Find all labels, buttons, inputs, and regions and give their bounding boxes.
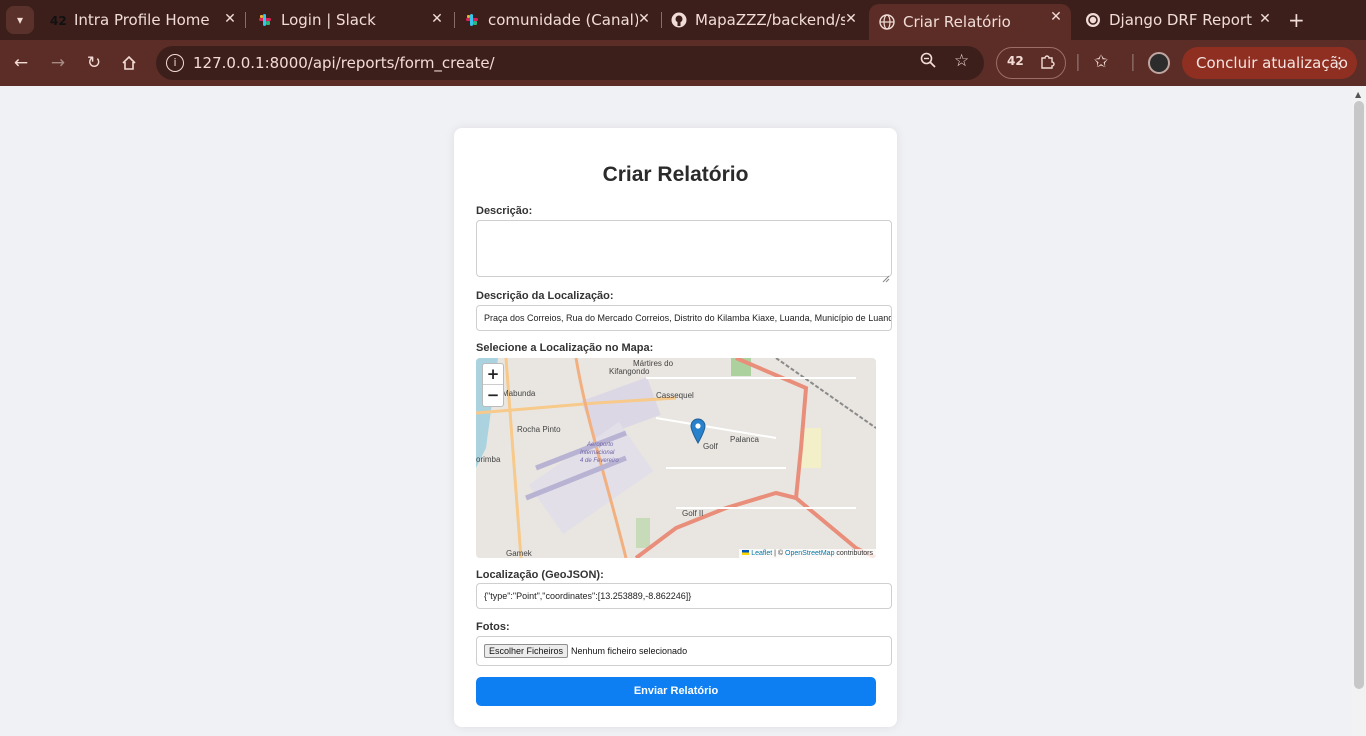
site-info-icon[interactable]: i: [166, 54, 184, 72]
extensions-group: 42: [996, 47, 1066, 79]
42-extension-icon[interactable]: 42: [1007, 54, 1024, 68]
location-description-label: Descrição da Localização:: [476, 290, 614, 302]
tab-title: MapaZZZ/backend/s: [695, 11, 845, 29]
home-icon: [122, 55, 136, 70]
toolbar-divider: |: [1075, 52, 1081, 72]
profile-avatar[interactable]: [1148, 52, 1170, 74]
scroll-up-icon[interactable]: ▲: [1355, 90, 1361, 99]
close-icon[interactable]: ✕: [221, 10, 239, 28]
reload-icon: ↻: [86, 53, 102, 73]
scrollbar-thumb[interactable]: [1354, 101, 1364, 689]
tab-slack-comunidade[interactable]: comunidade (Canal) ✕: [454, 6, 659, 34]
tab-github-repo[interactable]: MapaZZZ/backend/s ✕: [661, 6, 866, 34]
update-button[interactable]: Concluir atualização ⋮: [1182, 47, 1357, 79]
map-label: Selecione a Localização no Mapa:: [476, 342, 654, 354]
update-button-label: Concluir atualização: [1196, 54, 1348, 72]
new-tab-button[interactable]: +: [1288, 8, 1305, 32]
submit-report-button[interactable]: Enviar Relatório: [476, 677, 876, 706]
geojson-input[interactable]: {"type":"Point","coordinates":[13.253889…: [476, 583, 892, 609]
address-bar[interactable]: i 127.0.0.1:8000/api/reports/form_create…: [156, 46, 984, 80]
arrow-right-icon: →: [50, 53, 66, 73]
tab-title: Login | Slack: [281, 11, 376, 29]
more-vert-icon[interactable]: ⋮: [1332, 47, 1347, 79]
location-map[interactable]: Mártires do Kifangondo Mabunda Cassequel…: [476, 358, 876, 558]
choose-files-button[interactable]: Escolher Ficheiros: [484, 644, 569, 658]
photos-file-input: Escolher Ficheiros Nenhum ficheiro selec…: [476, 636, 892, 666]
tab-title: comunidade (Canal): [488, 11, 638, 29]
bookmarks-icon[interactable]: ✩: [1094, 52, 1108, 72]
attribution-text: contributors: [834, 550, 873, 557]
map-place-label: Internacional: [580, 450, 615, 456]
description-label: Descrição:: [476, 205, 533, 217]
attribution-separator: | ©: [772, 550, 786, 557]
map-place-label: Cassequel: [656, 391, 694, 400]
chevron-down-icon: ▾: [16, 13, 24, 27]
svg-text:42: 42: [50, 14, 66, 28]
tab-search-button[interactable]: ▾: [6, 6, 34, 34]
close-icon[interactable]: ✕: [1047, 8, 1065, 26]
tab-criar-relatorio[interactable]: Criar Relatório ✕: [869, 4, 1071, 40]
close-icon[interactable]: ✕: [635, 10, 653, 28]
github-icon: [671, 12, 687, 28]
page-title: Criar Relatório: [602, 163, 749, 186]
tab-slack-login[interactable]: Login | Slack ✕: [247, 6, 452, 34]
browser-tab-strip: ▾ 42 Intra Profile Home ✕ Login | Slack …: [0, 0, 1366, 40]
osm-link[interactable]: OpenStreetMap: [785, 550, 834, 557]
location-description-input[interactable]: Praça dos Correios, Rua do Mercado Corre…: [476, 305, 892, 331]
globe-icon: [879, 14, 895, 30]
puzzle-icon[interactable]: [1039, 54, 1055, 74]
geojson-label: Localização (GeoJSON):: [476, 569, 604, 581]
close-icon[interactable]: ✕: [428, 10, 446, 28]
resize-grip-icon[interactable]: [882, 268, 890, 283]
page-scrollbar[interactable]: ▲: [1352, 87, 1366, 736]
map-place-label: Palanca: [730, 435, 759, 444]
zoom-out-button[interactable]: −: [483, 385, 503, 406]
slack-icon: [466, 14, 478, 26]
tab-title: Django DRF Report: [1109, 11, 1252, 29]
home-button[interactable]: [116, 50, 142, 76]
42-icon: 42: [50, 14, 66, 28]
url-text[interactable]: 127.0.0.1:8000/api/reports/form_create/: [193, 54, 495, 72]
report-form-card: Criar Relatório Descrição: Descrição da …: [454, 128, 897, 727]
forward-button[interactable]: →: [45, 50, 71, 76]
close-icon[interactable]: ✕: [842, 10, 860, 28]
map-place-label: Kifangondo: [609, 367, 650, 376]
tab-intra-profile[interactable]: 42 Intra Profile Home ✕: [40, 6, 245, 34]
reload-button[interactable]: ↻: [81, 50, 107, 76]
map-place-label: 4 de Fevereiro: [580, 458, 619, 464]
map-attribution: Leaflet | © OpenStreetMap contributors: [739, 549, 876, 558]
tab-title: Intra Profile Home: [74, 11, 210, 29]
photos-label: Fotos:: [476, 621, 510, 633]
map-place-label: Gamek: [506, 549, 532, 558]
slack-icon: [259, 14, 271, 26]
map-place-label: Golf II: [682, 509, 704, 518]
tab-title: Criar Relatório: [903, 13, 1011, 31]
toolbar-divider: |: [1130, 52, 1136, 72]
arrow-left-icon: ←: [13, 53, 29, 73]
close-icon[interactable]: ✕: [1256, 10, 1274, 28]
tab-divider: [245, 12, 246, 28]
map-tiles: [476, 358, 876, 558]
map-place-label: orimba: [476, 455, 501, 464]
map-place-label: Mabunda: [502, 389, 536, 398]
file-status-text: Nenhum ficheiro selecionado: [571, 646, 688, 656]
description-textarea[interactable]: [476, 220, 892, 277]
map-place-label: Rocha Pinto: [517, 425, 561, 434]
ukraine-flag-icon: [742, 550, 750, 555]
map-marker-icon[interactable]: [690, 418, 706, 444]
zoom-in-button[interactable]: +: [483, 364, 503, 385]
back-button[interactable]: ←: [8, 50, 34, 76]
map-place-label: Aeroporto: [587, 442, 614, 448]
tab-django-report[interactable]: Django DRF Report ✕: [1075, 6, 1280, 34]
bookmark-star-icon[interactable]: ☆: [954, 51, 969, 71]
openai-icon: [1086, 13, 1100, 27]
plus-icon: +: [1288, 8, 1305, 32]
leaflet-link[interactable]: Leaflet: [751, 550, 772, 557]
map-zoom-control: + −: [482, 363, 504, 407]
zoom-icon[interactable]: [920, 52, 936, 72]
